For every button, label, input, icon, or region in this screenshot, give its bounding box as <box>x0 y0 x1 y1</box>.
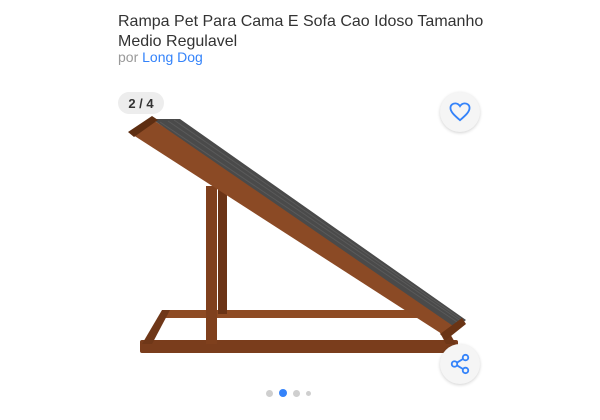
image-counter-badge: 2 / 4 <box>118 92 164 114</box>
ramp-side-board <box>130 118 462 334</box>
frame-left-side <box>142 310 170 344</box>
heart-icon <box>449 102 471 122</box>
share-button[interactable] <box>440 344 480 384</box>
pagination-dot-3[interactable] <box>293 389 300 397</box>
pagination-dot-4[interactable] <box>306 390 311 396</box>
favorite-button[interactable] <box>440 92 480 132</box>
product-image-gallery[interactable] <box>110 88 490 408</box>
seller-link[interactable]: Long Dog <box>142 49 203 65</box>
gallery-pagination <box>266 388 311 398</box>
seller-prefix: por <box>118 49 139 65</box>
product-title: Rampa Pet Para Cama E Sofa Cao Idoso Tam… <box>118 12 538 52</box>
pagination-dot-2[interactable] <box>279 389 287 397</box>
frame-front-rail <box>140 340 458 353</box>
product-title-line-1: Rampa Pet Para Cama E Sofa Cao Idoso Tam… <box>118 13 484 30</box>
pagination-dot-1[interactable] <box>266 389 273 397</box>
support-leg-back <box>218 184 227 314</box>
frame-back-rail <box>162 310 436 318</box>
share-icon <box>450 353 470 375</box>
pet-ramp-image <box>128 116 466 353</box>
seller-info: por Long Dog <box>118 49 203 65</box>
support-leg-front <box>206 186 217 344</box>
